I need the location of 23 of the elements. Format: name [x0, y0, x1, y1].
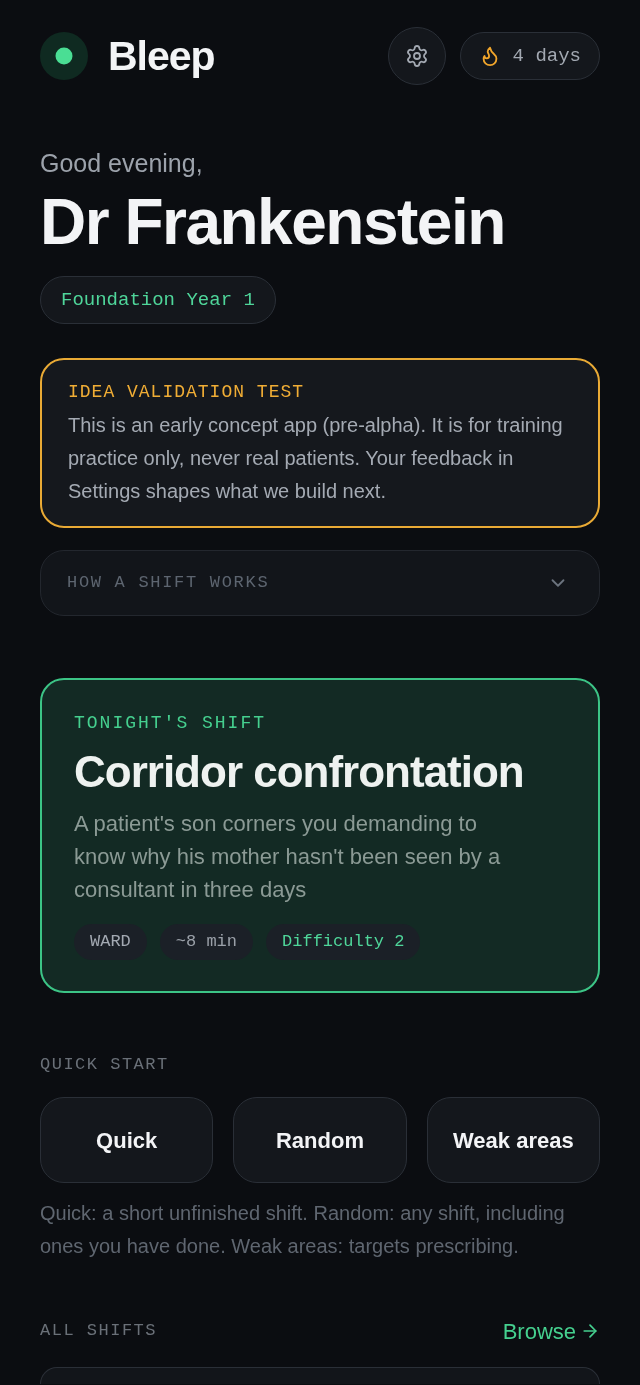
notice-text: This is an early concept app (pre-alpha). It is for training practice only, never real patients. Your feedback in Settings shapes what we build next. [68, 413, 564, 504]
duration-tag: ~8 min [159, 924, 254, 960]
setting-tag: WARD [74, 924, 147, 960]
grade-tag: Foundation Year 1 [40, 276, 276, 324]
notice-title: IDEA VALIDATION TEST [68, 381, 305, 404]
settings-icon [404, 44, 429, 68]
shift-title: Corridor confrontation [74, 750, 524, 794]
greeting-text: Good evening, [40, 148, 203, 179]
tonight-shift-card[interactable]: TONIGHT'S SHIFT Corridor confrontation A patient's son corners you demanding to know why his mother hasn't been seen by a consultant in three days WARD ~8 min Difficulty 2 [40, 678, 600, 993]
streak-count: 4 days [512, 43, 581, 69]
quick-start-button[interactable]: Random [233, 1097, 407, 1183]
user-name: Dr Frankenstein [40, 190, 505, 254]
shift-label: TONIGHT'S SHIFT [74, 712, 267, 735]
quick-start-help: Quick: a short unfinished shift. Random: any shift, including ones you have done. Weak areas: targets prescribing. [40, 1201, 566, 1259]
section-label: ALL SHIFTS [40, 1320, 158, 1343]
browse-link[interactable]: Browse [502, 1314, 600, 1348]
quick-start-button[interactable]: Weak areas [426, 1097, 600, 1183]
app-name: Bleep [108, 33, 215, 79]
shift-description: A patient's son corners you demanding to know why his mother hasn't been seen by a consultant in three days [74, 810, 502, 904]
difficulty-tag: Difficulty 2 [266, 924, 421, 960]
quick-start-button[interactable]: Quick [40, 1097, 214, 1183]
logo-icon [40, 32, 88, 80]
section-label: QUICK START [40, 1054, 169, 1076]
